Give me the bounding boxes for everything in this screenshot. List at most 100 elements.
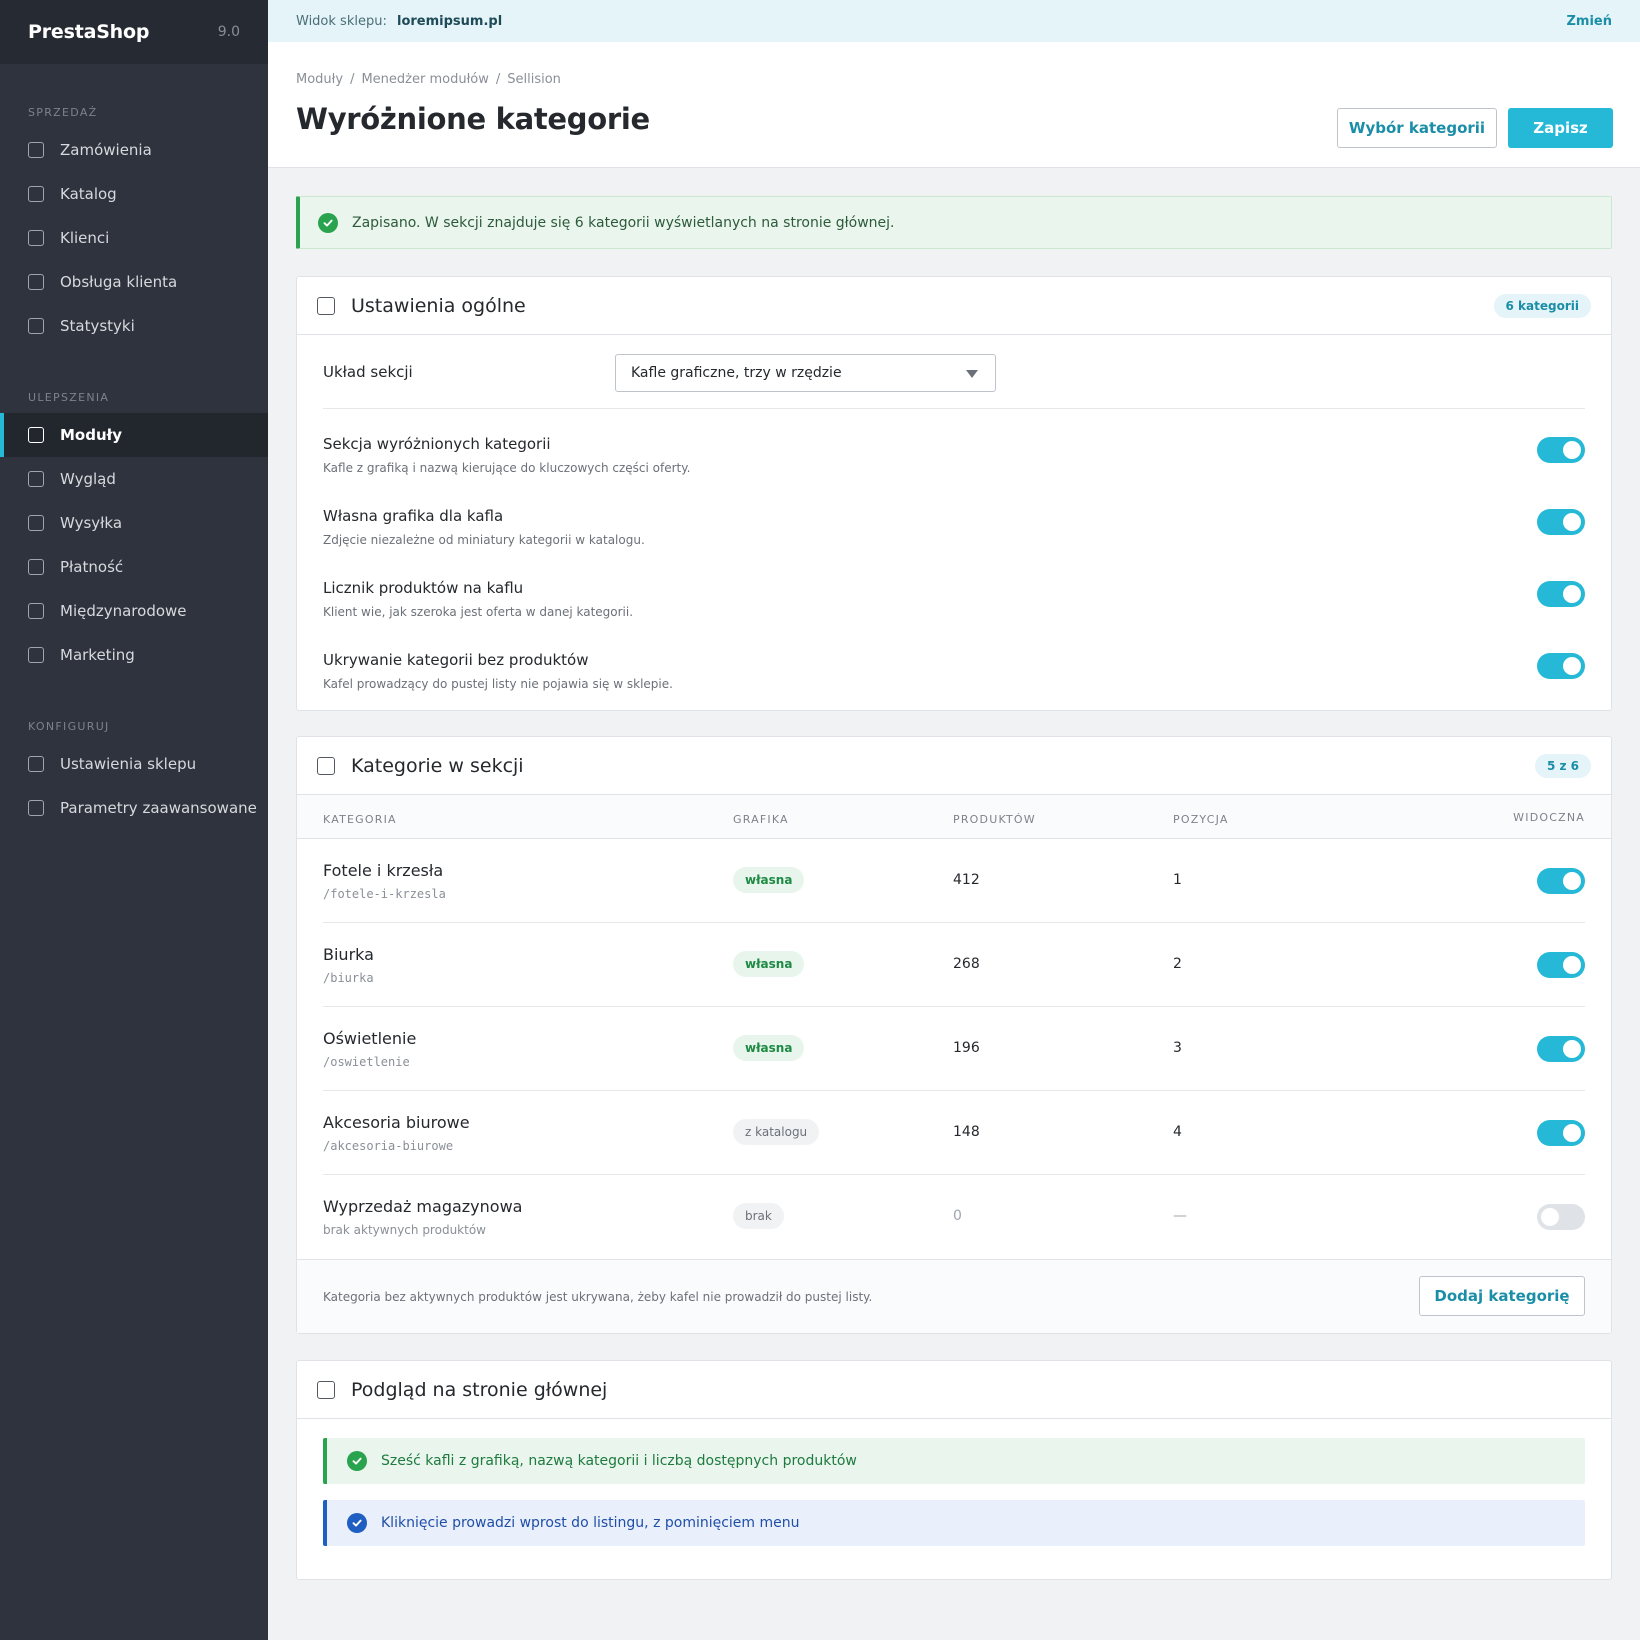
sidebar-item-label: Obsługa klienta — [60, 273, 178, 291]
table-row: Biurka /biurka własna 268 2 — [323, 923, 1585, 1007]
sidebar-item-zamowienia[interactable]: Zamówienia — [0, 128, 268, 172]
column-header-visible: WIDOCZNA — [1513, 811, 1585, 824]
brand-logo[interactable]: PrestaShop — [28, 21, 149, 43]
sidebar-item-label: Międzynarodowe — [60, 602, 187, 620]
category-name: Wyprzedaż magazynowa — [323, 1197, 523, 1216]
breadcrumb-item[interactable]: Sellision — [507, 72, 561, 87]
preview-callout-info: Kliknięcie prowadzi wprost do listingu, … — [323, 1500, 1585, 1546]
footer-note: Kategoria bez aktywnych produktów jest u… — [323, 1290, 873, 1304]
category-select-button[interactable]: Wybór kategorii — [1337, 108, 1497, 148]
check-circle-icon — [347, 1451, 367, 1471]
sidebar-item-marketing[interactable]: Marketing — [0, 633, 268, 677]
checkbox-icon — [28, 274, 44, 290]
sidebar-item-wyglad[interactable]: Wygląd — [0, 457, 268, 501]
breadcrumb-item[interactable]: Moduły — [296, 72, 343, 87]
product-count: 412 — [953, 872, 980, 888]
sidebar-item-moduly[interactable]: Moduły — [0, 413, 268, 457]
setting-description: Zdjęcie niezależne od miniatury kategori… — [323, 533, 645, 547]
column-header-category: KATEGORIA — [323, 813, 397, 826]
save-button[interactable]: Zapisz — [1508, 108, 1613, 148]
checkbox-icon — [28, 142, 44, 158]
store-name: loremipsum.pl — [396, 13, 503, 29]
setting-title: Sekcja wyróżnionych kategorii — [323, 435, 551, 453]
nav-section-title: KONFIGURUJ — [28, 720, 110, 733]
sidebar-item-ustawienia-sklepu[interactable]: Ustawienia sklepu — [0, 742, 268, 786]
custom-image-toggle[interactable] — [1537, 509, 1585, 535]
sidebar-item-wysylka[interactable]: Wysyłka — [0, 501, 268, 545]
checkbox-icon — [28, 559, 44, 575]
category-slug: /oswietlenie — [323, 1055, 410, 1069]
visibility-toggle[interactable] — [1537, 952, 1585, 978]
product-count: 148 — [953, 1124, 980, 1140]
sidebar-item-parametry-zaawansowane[interactable]: Parametry zaawansowane — [0, 786, 268, 830]
featured-section-toggle[interactable] — [1537, 437, 1585, 463]
store-view-bar: Widok sklepu: loremipsum.pl Zmień — [268, 0, 1640, 42]
setting-description: Klient wie, jak szeroka jest oferta w da… — [323, 605, 634, 619]
visibility-toggle[interactable] — [1537, 868, 1585, 894]
sidebar-item-label: Marketing — [60, 646, 135, 664]
breadcrumb-item[interactable]: Menedżer modułów — [361, 72, 488, 87]
sidebar-item-klienci[interactable]: Klienci — [0, 216, 268, 260]
sidebar-item-label: Statystyki — [60, 317, 135, 335]
position: 2 — [1173, 956, 1182, 972]
layout-row: Układ sekcji Kafle graficzne, trzy w rzę… — [323, 335, 1585, 409]
sidebar-item-label: Płatność — [60, 558, 124, 576]
layout-select[interactable]: Kafle graficzne, trzy w rzędzie — [615, 354, 996, 392]
panel-title: Kategorie w sekcji — [351, 754, 524, 777]
layout-label: Układ sekcji — [323, 363, 413, 381]
page-title: Wyróżnione kategorie — [296, 102, 650, 136]
store-view: Widok sklepu: loremipsum.pl — [296, 14, 502, 29]
preview-panel: Podgląd na stronie głównej Sześć kafli z… — [296, 1360, 1612, 1580]
table-row: Oświetlenie /oswietlenie własna 196 3 — [323, 1007, 1585, 1091]
categories-panel: Kategorie w sekcji 5 z 6 KATEGORIA GRAFI… — [296, 736, 1612, 1334]
sidebar-item-label: Parametry zaawansowane — [60, 799, 257, 817]
category-status: brak aktywnych produktów — [323, 1223, 486, 1237]
general-settings-panel: Ustawienia ogólne 6 kategorii Układ sekc… — [296, 276, 1612, 711]
sidebar-item-label: Wysyłka — [60, 514, 123, 532]
product-count: 0 — [953, 1208, 962, 1224]
sidebar-item-platnosc[interactable]: Płatność — [0, 545, 268, 589]
add-category-button[interactable]: Dodaj kategorię — [1419, 1276, 1585, 1316]
sidebar-item-label: Zamówienia — [60, 141, 152, 159]
checkbox-icon — [28, 647, 44, 663]
checkbox-icon — [28, 186, 44, 202]
table-row: Akcesoria biurowe /akcesoria-biurowe z k… — [323, 1091, 1585, 1175]
category-name: Fotele i krzesła — [323, 861, 444, 880]
position: — — [1173, 1208, 1187, 1224]
success-alert: Zapisano. W sekcji znajduje się 6 katego… — [296, 196, 1612, 249]
category-slug: /akcesoria-biurowe — [323, 1139, 454, 1153]
category-slug: /biurka — [323, 971, 374, 985]
visibility-toggle[interactable] — [1537, 1036, 1585, 1062]
product-counter-toggle[interactable] — [1537, 581, 1585, 607]
hide-empty-toggle[interactable] — [1537, 653, 1585, 679]
visibility-toggle[interactable] — [1537, 1204, 1585, 1230]
panel-title: Podgląd na stronie głównej — [351, 1378, 608, 1401]
sidebar-item-statystyki[interactable]: Statystyki — [0, 304, 268, 348]
setting-description: Kafel prowadzący do pustej listy nie poj… — [323, 677, 673, 691]
sidebar-item-miedzynarodowe[interactable]: Międzynarodowe — [0, 589, 268, 633]
sidebar-item-obsluga-klienta[interactable]: Obsługa klienta — [0, 260, 268, 304]
app-version: 9.0 — [217, 24, 240, 40]
checkbox-icon — [28, 427, 44, 443]
callout-text: Kliknięcie prowadzi wprost do listingu, … — [381, 1515, 800, 1531]
graphic-badge: własna — [733, 1035, 805, 1061]
sidebar-item-label: Moduły — [60, 426, 122, 444]
change-store-link[interactable]: Zmień — [1567, 14, 1613, 29]
success-alert-text: Zapisano. W sekcji znajduje się 6 katego… — [352, 214, 895, 231]
category-slug: /fotele-i-krzesla — [323, 887, 446, 901]
setting-title: Własna grafika dla kafla — [323, 507, 504, 525]
product-count: 196 — [953, 1040, 980, 1056]
visibility-toggle[interactable] — [1537, 1120, 1585, 1146]
panel-footer: Kategoria bez aktywnych produktów jest u… — [297, 1259, 1611, 1333]
panel-title: Ustawienia ogólne — [351, 294, 526, 317]
graphic-badge: brak — [733, 1203, 784, 1229]
checkbox-icon — [317, 296, 335, 315]
sidebar-item-katalog[interactable]: Katalog — [0, 172, 268, 216]
sidebar-item-label: Ustawienia sklepu — [60, 755, 197, 773]
graphic-badge: z katalogu — [733, 1119, 820, 1145]
column-header-products: PRODUKTÓW — [953, 813, 1036, 826]
product-count: 268 — [953, 956, 980, 972]
sidebar-item-label: Katalog — [60, 185, 117, 203]
setting-row: Ukrywanie kategorii bez produktów Kafel … — [323, 625, 1585, 697]
table-header: KATEGORIA GRAFIKA PRODUKTÓW POZYCJA WIDO… — [297, 795, 1611, 839]
